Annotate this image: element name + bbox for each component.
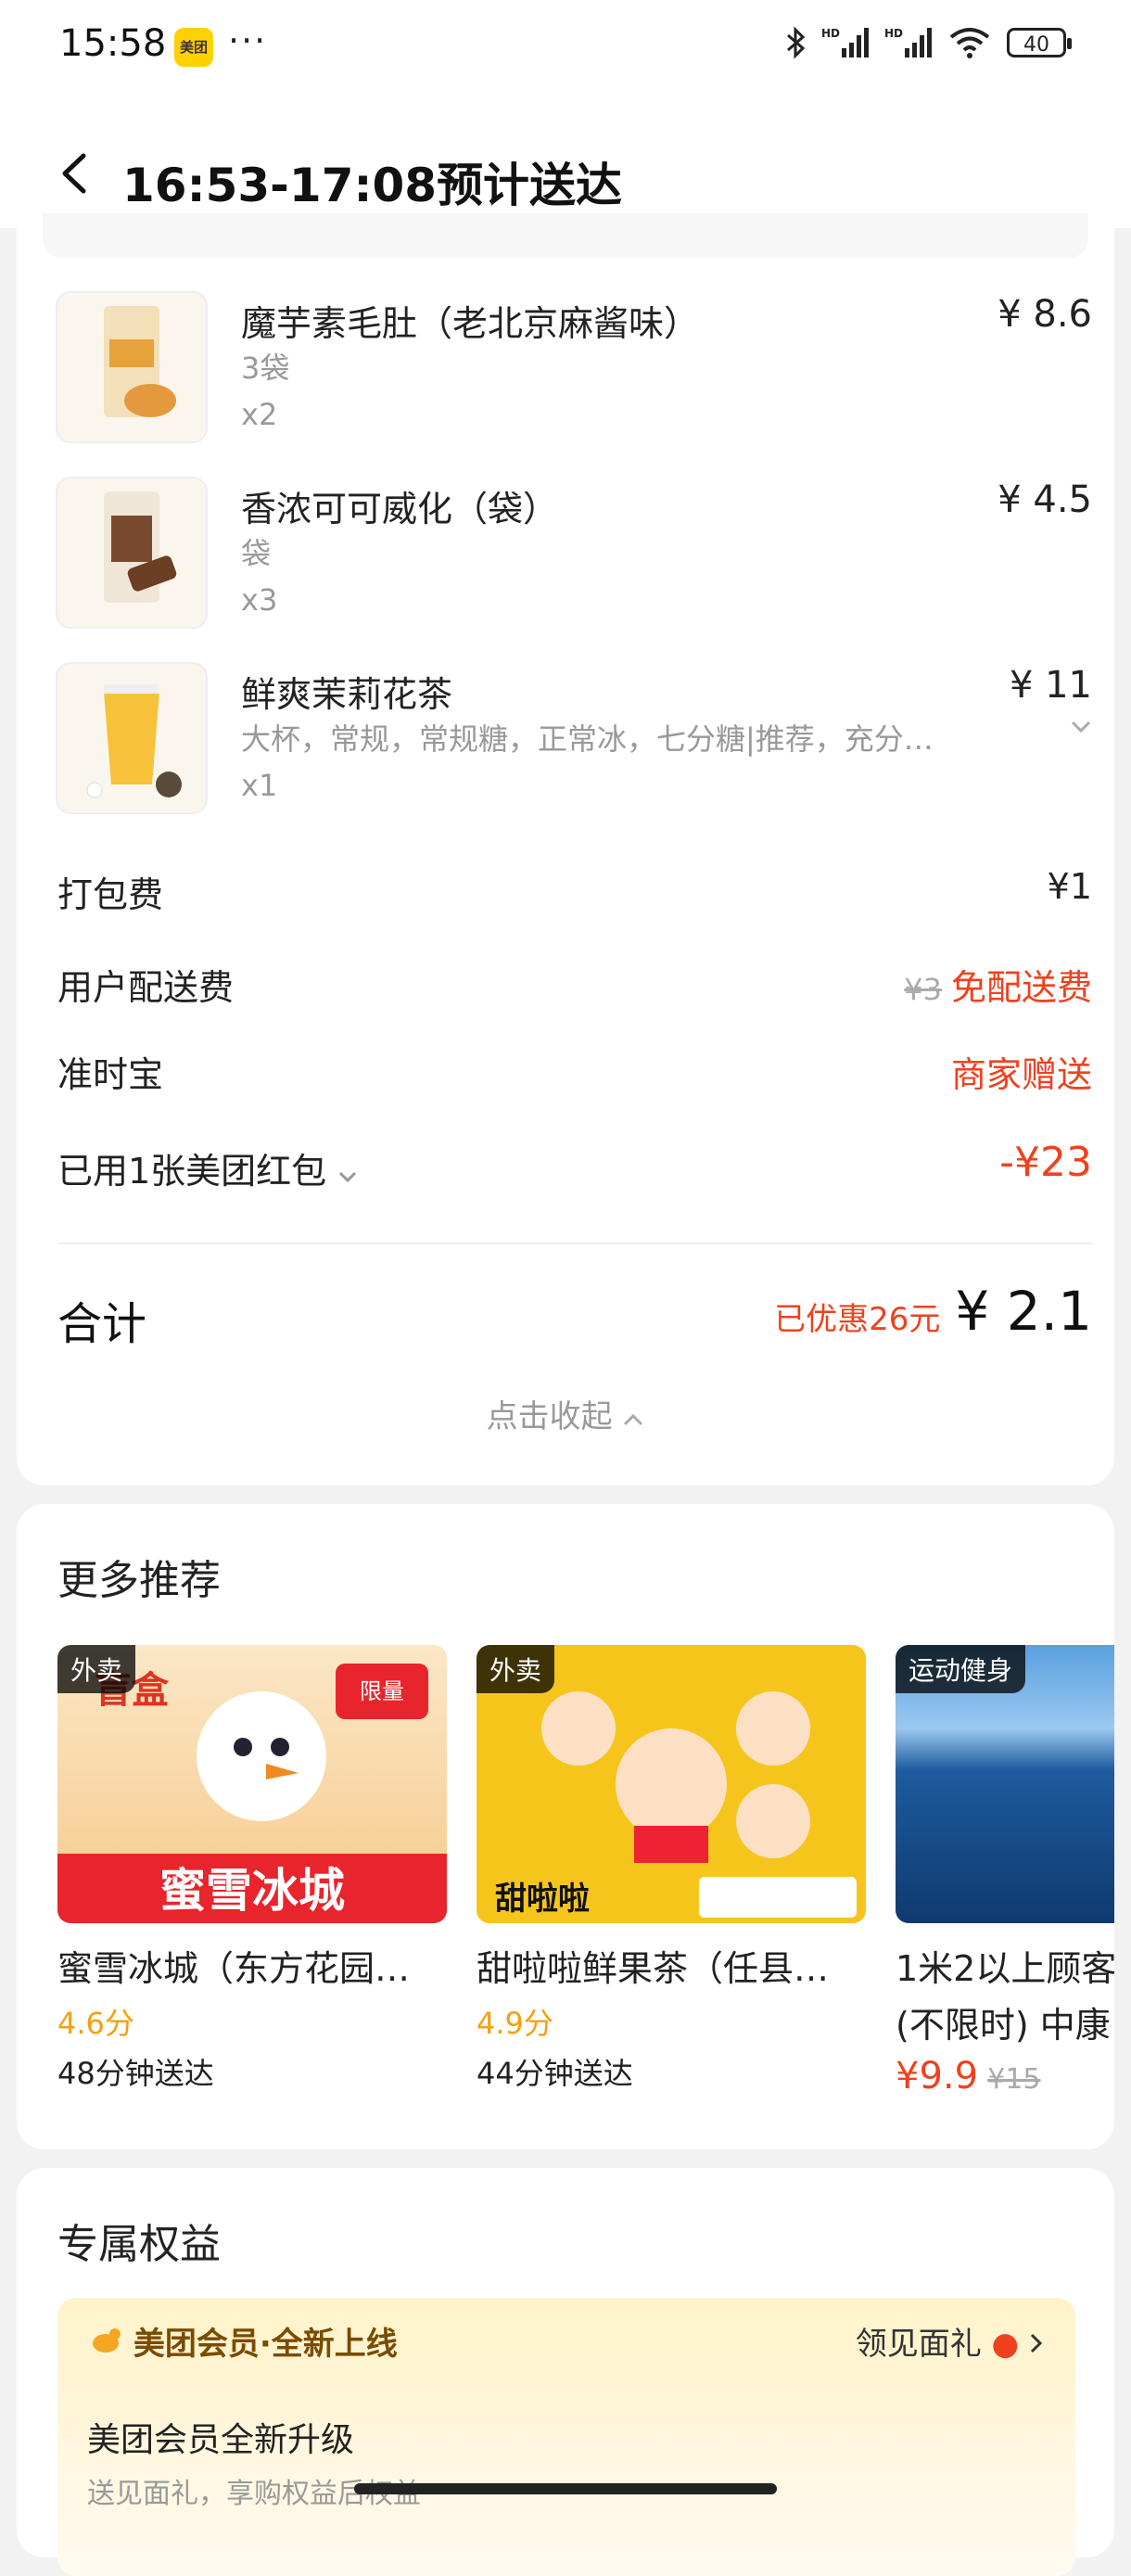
meituan-app-icon: 美团 bbox=[174, 28, 213, 67]
benefits-card: 专属权益 美团会员·全新上线 领见面礼 ● 美团会员全新升级 送见面礼，享购权益… bbox=[17, 2168, 1114, 2576]
shop-logo-text: 蜜雪冰城 bbox=[159, 1864, 345, 1918]
order-detail-card: 魔芋素毛肚（老北京麻酱味） 3袋 x2 ¥ 8.6 香浓可可威化（袋） 袋 x3… bbox=[17, 213, 1114, 1486]
benefits-title: 专属权益 bbox=[57, 2221, 221, 2268]
member-headline: 美团会员·全新上线 bbox=[89, 2318, 398, 2364]
collapse-button[interactable]: 点击收起 bbox=[17, 1391, 1114, 1436]
more-notifications-icon: ··· bbox=[228, 20, 268, 61]
delivery-fee-value: ¥3 免配送费 bbox=[904, 959, 1092, 1010]
total-amount: ¥ 2.1 bbox=[955, 1280, 1092, 1343]
product-image bbox=[56, 477, 208, 629]
shop-score: 4.9分 bbox=[477, 2006, 553, 2041]
shop-image: 盲盒 限量 蜜雪冰城 外卖 bbox=[57, 1645, 447, 1923]
item-price: ¥ 8.6 bbox=[998, 293, 1092, 336]
venue-image: 运动健身 bbox=[896, 1645, 1114, 1923]
shop-image: 甜啦啦 外卖 bbox=[477, 1645, 866, 1923]
packing-fee-value: ¥1 bbox=[1047, 866, 1092, 907]
status-bar: 15:58 美团 ··· HD HD 40 bbox=[0, 0, 1131, 93]
item-name: 魔芋素毛肚（老北京麻酱味） bbox=[241, 303, 700, 344]
shop-name: 蜜雪冰城（东方花园… bbox=[57, 1948, 411, 1989]
item-price: ¥ 4.5 bbox=[998, 478, 1092, 521]
original-price: ¥15 bbox=[987, 2063, 1041, 2096]
item-spec: 3袋 bbox=[241, 351, 290, 386]
collapse-label: 点击收起 bbox=[486, 1398, 613, 1435]
sale-price: ¥9.9 bbox=[896, 2055, 979, 2098]
ontime-value: 商家赠送 bbox=[950, 1054, 1092, 1095]
member-headline-text: 美团会员·全新上线 bbox=[133, 2326, 398, 2363]
order-item[interactable]: 鲜爽茉莉花茶 大杯，常规，常规糖，正常冰，七分糖|推荐，充分… x1 ¥ 11 bbox=[56, 662, 1094, 820]
item-price: ¥ 11 bbox=[1009, 664, 1092, 707]
page-header: 16:53-17:08预计送达 bbox=[0, 93, 1131, 228]
red-dot-icon: ● bbox=[991, 2326, 1020, 2363]
svg-text:限量: 限量 bbox=[360, 1678, 404, 1704]
category-tag: 外卖 bbox=[57, 1645, 136, 1693]
delivery-fee-row: 用户配送费 ¥3 免配送费 bbox=[57, 959, 1092, 1014]
product-image bbox=[56, 662, 208, 814]
delivery-eta: 44分钟送达 bbox=[477, 2056, 633, 2091]
recommend-title: 更多推荐 bbox=[57, 1557, 221, 1604]
packing-fee-label: 打包费 bbox=[57, 874, 164, 915]
shop-score: 4.6分 bbox=[57, 2006, 134, 2041]
total-summary: 已优惠26元 ¥ 2.1 bbox=[774, 1280, 1092, 1343]
member-banner[interactable]: 美团会员·全新上线 领见面礼 ● 美团会员全新升级 送见面礼，享购权益后权益 bbox=[57, 2298, 1075, 2576]
order-item[interactable]: 香浓可可威化（袋） 袋 x3 ¥ 4.5 bbox=[56, 477, 1094, 634]
bluetooth-icon bbox=[787, 26, 806, 59]
item-quantity: x3 bbox=[241, 582, 278, 618]
svg-text:HD: HD bbox=[821, 27, 840, 40]
wifi-icon bbox=[949, 28, 990, 58]
divider bbox=[57, 1243, 1092, 1244]
free-delivery-text: 免配送费 bbox=[950, 967, 1092, 1008]
discount-text: 已优惠26元 bbox=[774, 1301, 941, 1338]
delivery-fee-label: 用户配送费 bbox=[57, 967, 235, 1008]
chevron-down-icon bbox=[339, 1171, 357, 1183]
coupon-label-text: 已用1张美团红包 bbox=[57, 1151, 327, 1192]
deal-name: 1米2以上顾客 bbox=[896, 1948, 1114, 1989]
category-tag: 外卖 bbox=[477, 1645, 555, 1693]
home-indicator[interactable] bbox=[354, 2483, 777, 2494]
item-name: 香浓可可威化（袋） bbox=[241, 489, 559, 529]
shop-logo-text: 甜啦啦 bbox=[495, 1881, 590, 1918]
recommend-item[interactable]: 盲盒 限量 蜜雪冰城 外卖 蜜雪冰城（东方花园… 4.6分 48分钟送达 bbox=[57, 1645, 447, 2093]
page-title: 16:53-17:08预计送达 bbox=[122, 159, 623, 212]
deal-price: ¥9.9 ¥15 bbox=[896, 2055, 1114, 2098]
gift-link-text: 领见面礼 bbox=[855, 2326, 982, 2363]
item-name: 鲜爽茉莉花茶 bbox=[241, 674, 453, 715]
delivery-eta: 48分钟送达 bbox=[57, 2056, 214, 2091]
signal-icon-2: HD bbox=[884, 27, 932, 57]
expand-spec-icon[interactable] bbox=[1070, 720, 1092, 734]
member-upgrade-text: 美团会员全新升级 bbox=[87, 2421, 355, 2459]
category-tag: 运动健身 bbox=[896, 1645, 1026, 1693]
status-time: 15:58 bbox=[59, 22, 167, 65]
svg-text:HD: HD bbox=[884, 27, 903, 40]
back-arrow-icon[interactable] bbox=[56, 150, 93, 197]
gift-link[interactable]: 领见面礼 ● bbox=[856, 2318, 1044, 2364]
coupon-row[interactable]: 已用1张美团红包 -¥23 bbox=[57, 1139, 1092, 1198]
packing-fee-row: 打包费 ¥1 bbox=[57, 866, 1092, 922]
recommend-item[interactable]: 甜啦啦 外卖 甜啦啦鲜果茶（任县… 4.9分 44分钟送达 bbox=[477, 1645, 866, 2093]
coupon-value: -¥23 bbox=[999, 1139, 1092, 1186]
ontime-label: 准时宝 bbox=[57, 1054, 164, 1095]
item-spec: 大杯，常规，常规糖，正常冰，七分糖|推荐，充分… bbox=[241, 721, 934, 757]
coupon-label[interactable]: 已用1张美团红包 bbox=[57, 1142, 358, 1193]
kangaroo-icon bbox=[93, 2328, 121, 2353]
item-quantity: x1 bbox=[241, 768, 278, 803]
recommend-card: 更多推荐 盲盒 限量 蜜雪冰城 外卖 蜜雪冰城（东方花园… 4.6分 48分钟送达 … bbox=[17, 1504, 1114, 2149]
product-image bbox=[56, 291, 208, 443]
recommend-item[interactable]: 运动健身 1米2以上顾客 (不限时) 中康 ¥9.9 ¥15 bbox=[896, 1645, 1114, 2098]
item-spec: 袋 bbox=[241, 536, 272, 571]
scrolled-banner bbox=[43, 213, 1088, 258]
item-quantity: x2 bbox=[241, 397, 278, 432]
shop-name: 甜啦啦鲜果茶（任县… bbox=[477, 1948, 830, 1989]
original-delivery-fee: ¥3 bbox=[904, 972, 942, 1007]
total-label: 合计 bbox=[57, 1298, 147, 1350]
signal-icon: HD bbox=[821, 27, 869, 57]
status-icons: HD HD 40 bbox=[784, 26, 1072, 59]
battery-icon: 40 bbox=[1007, 28, 1072, 57]
order-item[interactable]: 魔芋素毛肚（老北京麻酱味） 3袋 x2 ¥ 8.6 bbox=[56, 291, 1094, 449]
chevron-up-icon bbox=[624, 1413, 643, 1426]
chevron-right-icon bbox=[1030, 2333, 1043, 2353]
deal-name-line2: (不限时) 中康 bbox=[896, 2005, 1111, 2046]
ontime-row: 准时宝 商家赠送 bbox=[57, 1046, 1092, 1102]
